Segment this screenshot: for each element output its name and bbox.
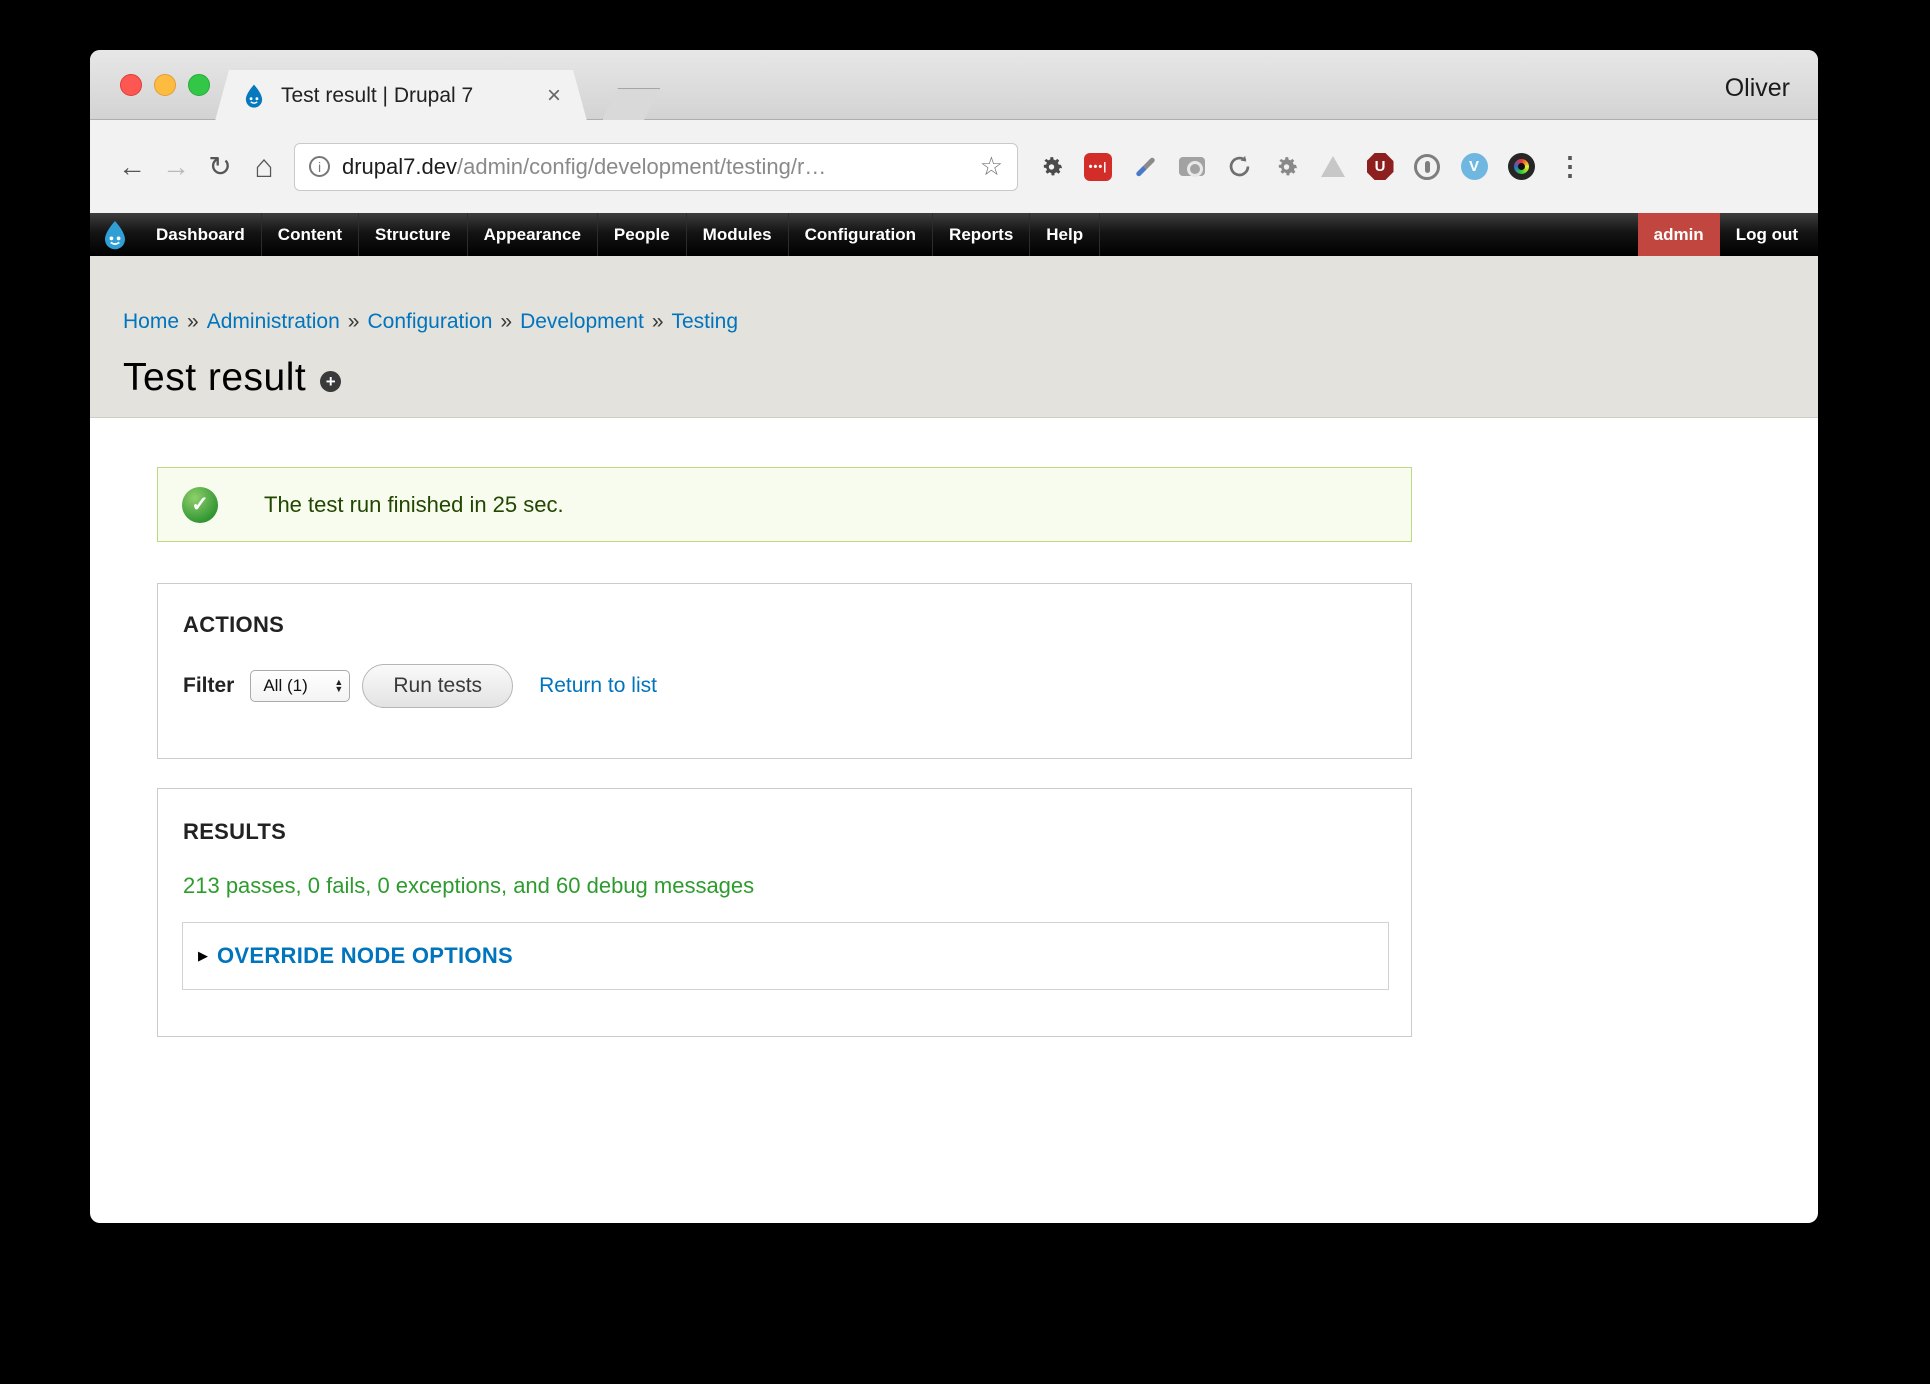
vimium-icon[interactable]: V	[1457, 150, 1491, 184]
success-check-icon: ✓	[182, 487, 218, 523]
browser-profile-name[interactable]: Oliver	[1725, 74, 1790, 103]
toolbar-item-structure[interactable]: Structure	[359, 213, 468, 256]
lens-icon[interactable]	[1504, 150, 1538, 184]
active-tab[interactable]: Test result | Drupal 7 ×	[215, 70, 587, 121]
results-summary: 213 passes, 0 fails, 0 exceptions, and 6…	[183, 873, 1411, 899]
status-message: ✓ The test run finished in 25 sec.	[157, 467, 1412, 542]
collapsed-arrow-icon: ▶	[198, 948, 208, 964]
forward-icon: →	[154, 151, 198, 183]
results-legend: RESULTS	[183, 819, 1411, 845]
tampermonkey-gear-icon[interactable]	[1269, 150, 1303, 184]
collapsed-fieldset[interactable]: ▶ OVERRIDE NODE OPTIONS	[182, 922, 1389, 990]
tab-title: Test result | Drupal 7	[281, 84, 533, 108]
url-text[interactable]: drupal7.dev/admin/config/development/tes…	[342, 154, 970, 180]
zoom-window-button[interactable]	[188, 74, 210, 96]
breadcrumb-configuration[interactable]: Configuration	[367, 310, 492, 333]
drupal-logo-icon[interactable]	[90, 213, 140, 256]
results-fieldset: RESULTS 213 passes, 0 fails, 0 exception…	[157, 788, 1412, 1037]
breadcrumb-separator: »	[652, 310, 664, 333]
filter-select-value: All (1)	[263, 676, 334, 696]
breadcrumb-development[interactable]: Development	[520, 310, 644, 333]
run-tests-button[interactable]: Run tests	[362, 664, 513, 708]
sync-arrows-icon[interactable]	[1222, 150, 1256, 184]
camera-icon[interactable]	[1175, 150, 1209, 184]
keyhole-icon[interactable]	[1410, 150, 1444, 184]
home-icon[interactable]: ⌂	[242, 148, 286, 185]
return-to-list-link[interactable]: Return to list	[539, 674, 657, 698]
toolbar-spacer	[1100, 213, 1638, 256]
tab-strip: Test result | Drupal 7 × Oliver	[90, 50, 1818, 120]
browser-window: Test result | Drupal 7 × Oliver ← → ↻ ⌂ …	[90, 50, 1818, 1223]
toolbar-item-appearance[interactable]: Appearance	[468, 213, 598, 256]
filter-label: Filter	[183, 674, 234, 698]
filter-select[interactable]: All (1) ▲ ▼	[250, 670, 350, 702]
window-controls	[120, 74, 210, 96]
breadcrumb-home[interactable]: Home	[123, 310, 179, 333]
page-info-icon[interactable]: i	[309, 156, 330, 177]
toolbar-item-configuration[interactable]: Configuration	[789, 213, 933, 256]
select-stepper-icon: ▲ ▼	[334, 679, 343, 693]
breadcrumb-separator: »	[187, 310, 199, 333]
toolbar-item-modules[interactable]: Modules	[687, 213, 789, 256]
toolbar-logout[interactable]: Log out	[1720, 213, 1818, 256]
ublock-icon[interactable]: U	[1363, 150, 1397, 184]
page-title: Test result	[123, 356, 306, 400]
status-message-text: The test run finished in 25 sec.	[264, 492, 564, 518]
url-host: drupal7.dev	[342, 154, 457, 179]
breadcrumb-separator: »	[500, 310, 512, 333]
override-node-options-link[interactable]: OVERRIDE NODE OPTIONS	[217, 943, 513, 969]
address-bar[interactable]: i drupal7.dev/admin/config/development/t…	[294, 143, 1018, 191]
page-header: Home » Administration » Configuration » Develo…	[90, 256, 1818, 418]
drupal-admin-toolbar: Dashboard Content Structure Appearance P…	[90, 213, 1818, 256]
add-shortcut-icon[interactable]: +	[320, 371, 341, 392]
browser-menu-icon[interactable]: ⋮	[1557, 151, 1583, 182]
actions-legend: ACTIONS	[183, 612, 1411, 638]
reload-icon[interactable]: ↻	[198, 150, 242, 183]
breadcrumb-administration[interactable]: Administration	[207, 310, 340, 333]
gear-extension-icon[interactable]	[1034, 150, 1068, 184]
breadcrumb-testing[interactable]: Testing	[672, 310, 739, 333]
actions-fieldset: ACTIONS Filter All (1) ▲ ▼ Run tests Ret…	[157, 583, 1412, 759]
toolbar-item-help[interactable]: Help	[1030, 213, 1100, 256]
toolbar-item-reports[interactable]: Reports	[933, 213, 1030, 256]
main-content: ✓ The test run finished in 25 sec. ACTIO…	[90, 418, 1818, 1037]
minimize-window-button[interactable]	[154, 74, 176, 96]
url-path: /admin/config/development/testing/r…	[457, 154, 826, 179]
toolbar-user-admin[interactable]: admin	[1638, 213, 1720, 256]
bookmark-star-icon[interactable]: ☆	[980, 151, 1003, 182]
toolbar-item-dashboard[interactable]: Dashboard	[140, 213, 262, 256]
close-window-button[interactable]	[120, 74, 142, 96]
tab-close-icon[interactable]: ×	[547, 84, 561, 108]
lastpass-icon[interactable]: •••|	[1081, 150, 1115, 184]
new-tab-button[interactable]	[602, 88, 660, 120]
breadcrumb-separator: »	[348, 310, 360, 333]
screwdriver-icon[interactable]	[1128, 150, 1162, 184]
extensions-row: •••| U V ⋮	[1034, 150, 1583, 184]
toolbar-item-people[interactable]: People	[598, 213, 687, 256]
drive-triangle-icon[interactable]	[1316, 150, 1350, 184]
breadcrumb: Home » Administration » Configuration » Develo…	[123, 310, 1818, 334]
browser-toolbar: ← → ↻ ⌂ i drupal7.dev/admin/config/devel…	[90, 120, 1818, 213]
drupal-favicon-icon	[241, 83, 267, 109]
back-icon[interactable]: ←	[110, 151, 154, 183]
toolbar-item-content[interactable]: Content	[262, 213, 359, 256]
